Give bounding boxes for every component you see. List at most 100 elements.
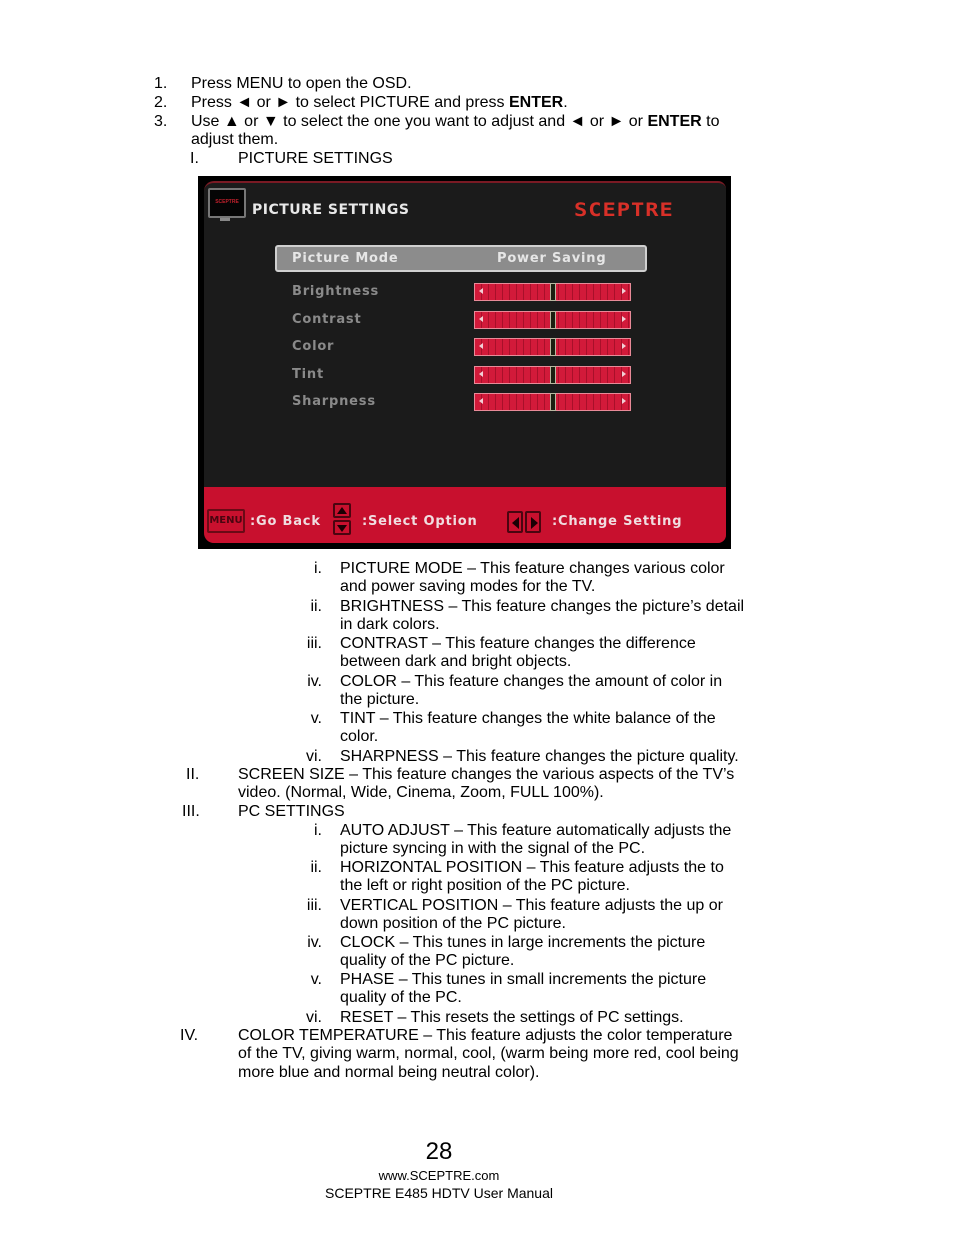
- step-text-part: Press MENU to open the OSD.: [191, 75, 412, 92]
- step-text-part: .: [563, 94, 568, 111]
- section-number: I.: [190, 150, 199, 167]
- item-description: BRIGHTNESS – This feature changes the pi…: [340, 597, 745, 615]
- item-description: TINT – This feature changes the white ba…: [340, 710, 716, 728]
- step-text: Press ◄ or ► to select PICTURE and press…: [191, 94, 568, 112]
- menu-item-picture-mode[interactable]: Picture Mode Power Saving: [275, 245, 647, 272]
- arrow-right-icon[interactable]: [622, 316, 626, 322]
- slider-thumb[interactable]: [550, 366, 556, 384]
- step-key-emphasis: ENTER: [647, 113, 702, 130]
- item-description-continued: down position of the PC picture.: [340, 914, 566, 932]
- step-key-emphasis: ENTER: [509, 94, 564, 111]
- right-key-icon: [525, 511, 541, 533]
- item-description-continued: in dark colors.: [340, 615, 440, 633]
- section-title-pc-settings: PC SETTINGS: [238, 803, 345, 820]
- arrow-left-icon[interactable]: [479, 343, 483, 349]
- tint-slider[interactable]: [474, 366, 631, 384]
- item-numeral: i.: [314, 822, 322, 839]
- osd-panel: SCEPTRE PICTURE SETTINGS SCEPTRE Picture…: [204, 181, 726, 543]
- down-key-icon: [333, 520, 351, 535]
- section-color-temp-line1: COLOR TEMPERATURE – This feature adjusts…: [238, 1027, 733, 1044]
- select-option-hint: :Select Option: [362, 514, 478, 529]
- section-title-picture-settings: PICTURE SETTINGS: [238, 150, 393, 167]
- menu-item-sharpness-label[interactable]: Sharpness: [292, 394, 376, 409]
- sharpness-slider[interactable]: [474, 393, 631, 411]
- item-numeral: iv.: [307, 672, 322, 690]
- section-number: II.: [186, 766, 200, 783]
- tv-icon: SCEPTRE: [208, 188, 246, 218]
- brightness-slider[interactable]: [474, 283, 631, 301]
- menu-item-color-label[interactable]: Color: [292, 339, 334, 354]
- menu-item-tint-label[interactable]: Tint: [292, 367, 324, 382]
- step-number: 3.: [154, 113, 168, 130]
- step-text-part: Press ◄ or ► to select PICTURE and press: [191, 94, 509, 111]
- item-description: SHARPNESS – This feature changes the pic…: [340, 748, 739, 765]
- step-text-part: Use ▲ or ▼ to select the one you want to…: [191, 113, 648, 130]
- item-numeral: ii.: [310, 597, 322, 615]
- item-description-continued: the left or right position of the PC pic…: [340, 877, 630, 895]
- item-description-continued: color.: [340, 728, 379, 746]
- item-description: VERTICAL POSITION – This feature adjusts…: [340, 896, 723, 914]
- osd-title: PICTURE SETTINGS: [252, 202, 410, 218]
- step-number: 1.: [154, 75, 168, 92]
- section-screen-size-line2: video. (Normal, Wide, Cinema, Zoom, FULL…: [238, 784, 604, 801]
- arrow-right-icon[interactable]: [622, 288, 626, 294]
- change-setting-hint: :Change Setting: [552, 514, 683, 529]
- arrow-left-icon[interactable]: [479, 288, 483, 294]
- item-numeral: iv.: [307, 933, 322, 951]
- menu-item-label: Picture Mode: [292, 251, 399, 266]
- item-description-continued: the picture.: [340, 690, 420, 708]
- arrow-right-icon[interactable]: [622, 398, 626, 404]
- item-description: RESET – This resets the settings of PC s…: [340, 1008, 684, 1026]
- item-description-continued: quality of the PC picture.: [340, 951, 515, 969]
- item-description: COLOR – This feature changes the amount …: [340, 672, 723, 690]
- menu-item-brightness-label[interactable]: Brightness: [292, 284, 379, 299]
- item-description-continued: quality of the PC.: [340, 989, 462, 1007]
- step-text-part: to: [701, 113, 720, 130]
- item-numeral: i.: [314, 560, 322, 577]
- item-description-continued: between dark and bright objects.: [340, 653, 572, 671]
- item-numeral: iii.: [306, 635, 322, 653]
- arrow-left-icon[interactable]: [479, 371, 483, 377]
- item-numeral: vi.: [306, 1008, 322, 1026]
- slider-thumb[interactable]: [550, 338, 556, 356]
- osd-help-bar: MENU :Go Back :Select Option :Change Set…: [204, 487, 726, 543]
- menu-item-contrast-label[interactable]: Contrast: [292, 312, 361, 327]
- item-numeral: v.: [310, 971, 322, 989]
- contrast-slider[interactable]: [474, 311, 631, 329]
- section-color-temp-line3: more blue and normal being neutral color…: [238, 1064, 540, 1081]
- step-text: Press MENU to open the OSD.: [191, 75, 412, 93]
- menu-key-icon: MENU: [207, 509, 245, 533]
- item-numeral: v.: [310, 710, 322, 728]
- arrow-left-icon[interactable]: [479, 398, 483, 404]
- item-description-continued: and power saving modes for the TV.: [340, 578, 596, 595]
- section-number: III.: [182, 803, 200, 820]
- step-text: Use ▲ or ▼ to select the one you want to…: [191, 113, 719, 131]
- item-numeral: iii.: [306, 896, 322, 914]
- step-number: 2.: [154, 94, 168, 111]
- arrow-right-icon[interactable]: [622, 343, 626, 349]
- slider-thumb[interactable]: [550, 393, 556, 411]
- section-number: IV.: [180, 1027, 199, 1044]
- item-numeral: vi.: [306, 748, 322, 765]
- tv-stand-icon: [220, 218, 230, 221]
- osd-screenshot: SCEPTRE PICTURE SETTINGS SCEPTRE Picture…: [198, 176, 731, 549]
- item-description: CONTRAST – This feature changes the diff…: [340, 635, 696, 653]
- arrow-right-icon[interactable]: [622, 371, 626, 377]
- item-description-continued: picture syncing in with the signal of th…: [340, 840, 646, 857]
- slider-thumb[interactable]: [550, 283, 556, 301]
- arrow-left-icon[interactable]: [479, 316, 483, 322]
- up-down-keys-icon: [333, 503, 351, 535]
- item-numeral: ii.: [310, 859, 322, 877]
- menu-item-value: Power Saving: [497, 251, 607, 266]
- section-color-temp-line2: of the TV, giving warm, normal, cool, (w…: [238, 1045, 739, 1062]
- item-description: PICTURE MODE – This feature changes vari…: [340, 560, 725, 577]
- color-slider[interactable]: [474, 338, 631, 356]
- item-description: HORIZONTAL POSITION – This feature adjus…: [340, 859, 724, 877]
- manual-title: SCEPTRE E485 HDTV User Manual: [325, 1185, 553, 1201]
- item-description: PHASE – This tunes in small increments t…: [340, 971, 707, 989]
- item-description: CLOCK – This tunes in large increments t…: [340, 933, 706, 951]
- section-screen-size-line1: SCREEN SIZE – This feature changes the v…: [238, 766, 735, 783]
- step-text-continuation: adjust them.: [191, 131, 279, 148]
- website-link: www.SCEPTRE.com: [378, 1168, 500, 1183]
- slider-thumb[interactable]: [550, 311, 556, 329]
